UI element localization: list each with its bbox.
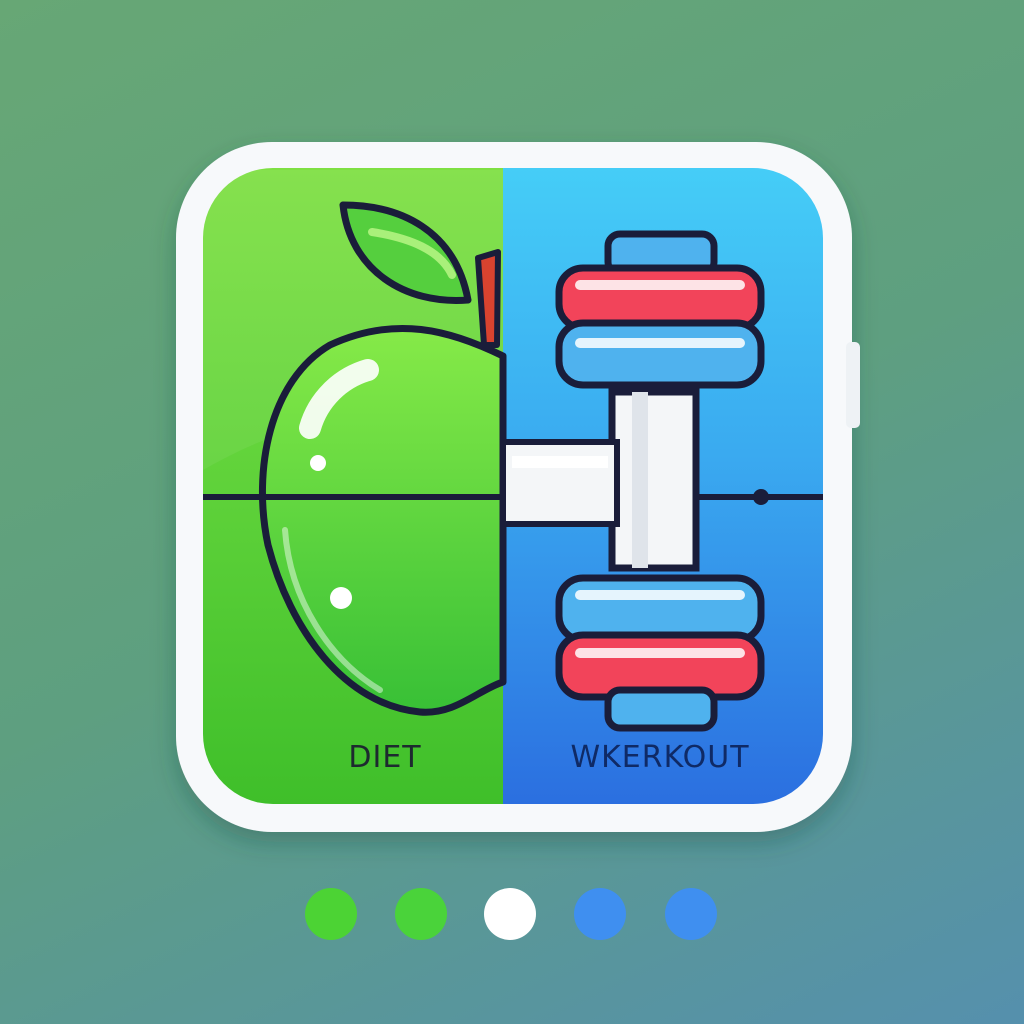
divider-knob: [753, 489, 769, 505]
side-tab: [846, 342, 860, 428]
workout-label: WKERKOUT: [570, 740, 750, 775]
page-dot-1[interactable]: [305, 888, 357, 940]
page-dot-3[interactable]: [484, 888, 536, 940]
page-indicator[interactable]: [300, 888, 720, 942]
connector-bar: [500, 439, 620, 527]
app-icon[interactable]: [0, 0, 1024, 1024]
page-dot-5[interactable]: [665, 888, 717, 940]
diet-label: DIET: [348, 740, 422, 775]
page-dot-2[interactable]: [395, 888, 447, 940]
page-dot-4[interactable]: [574, 888, 626, 940]
